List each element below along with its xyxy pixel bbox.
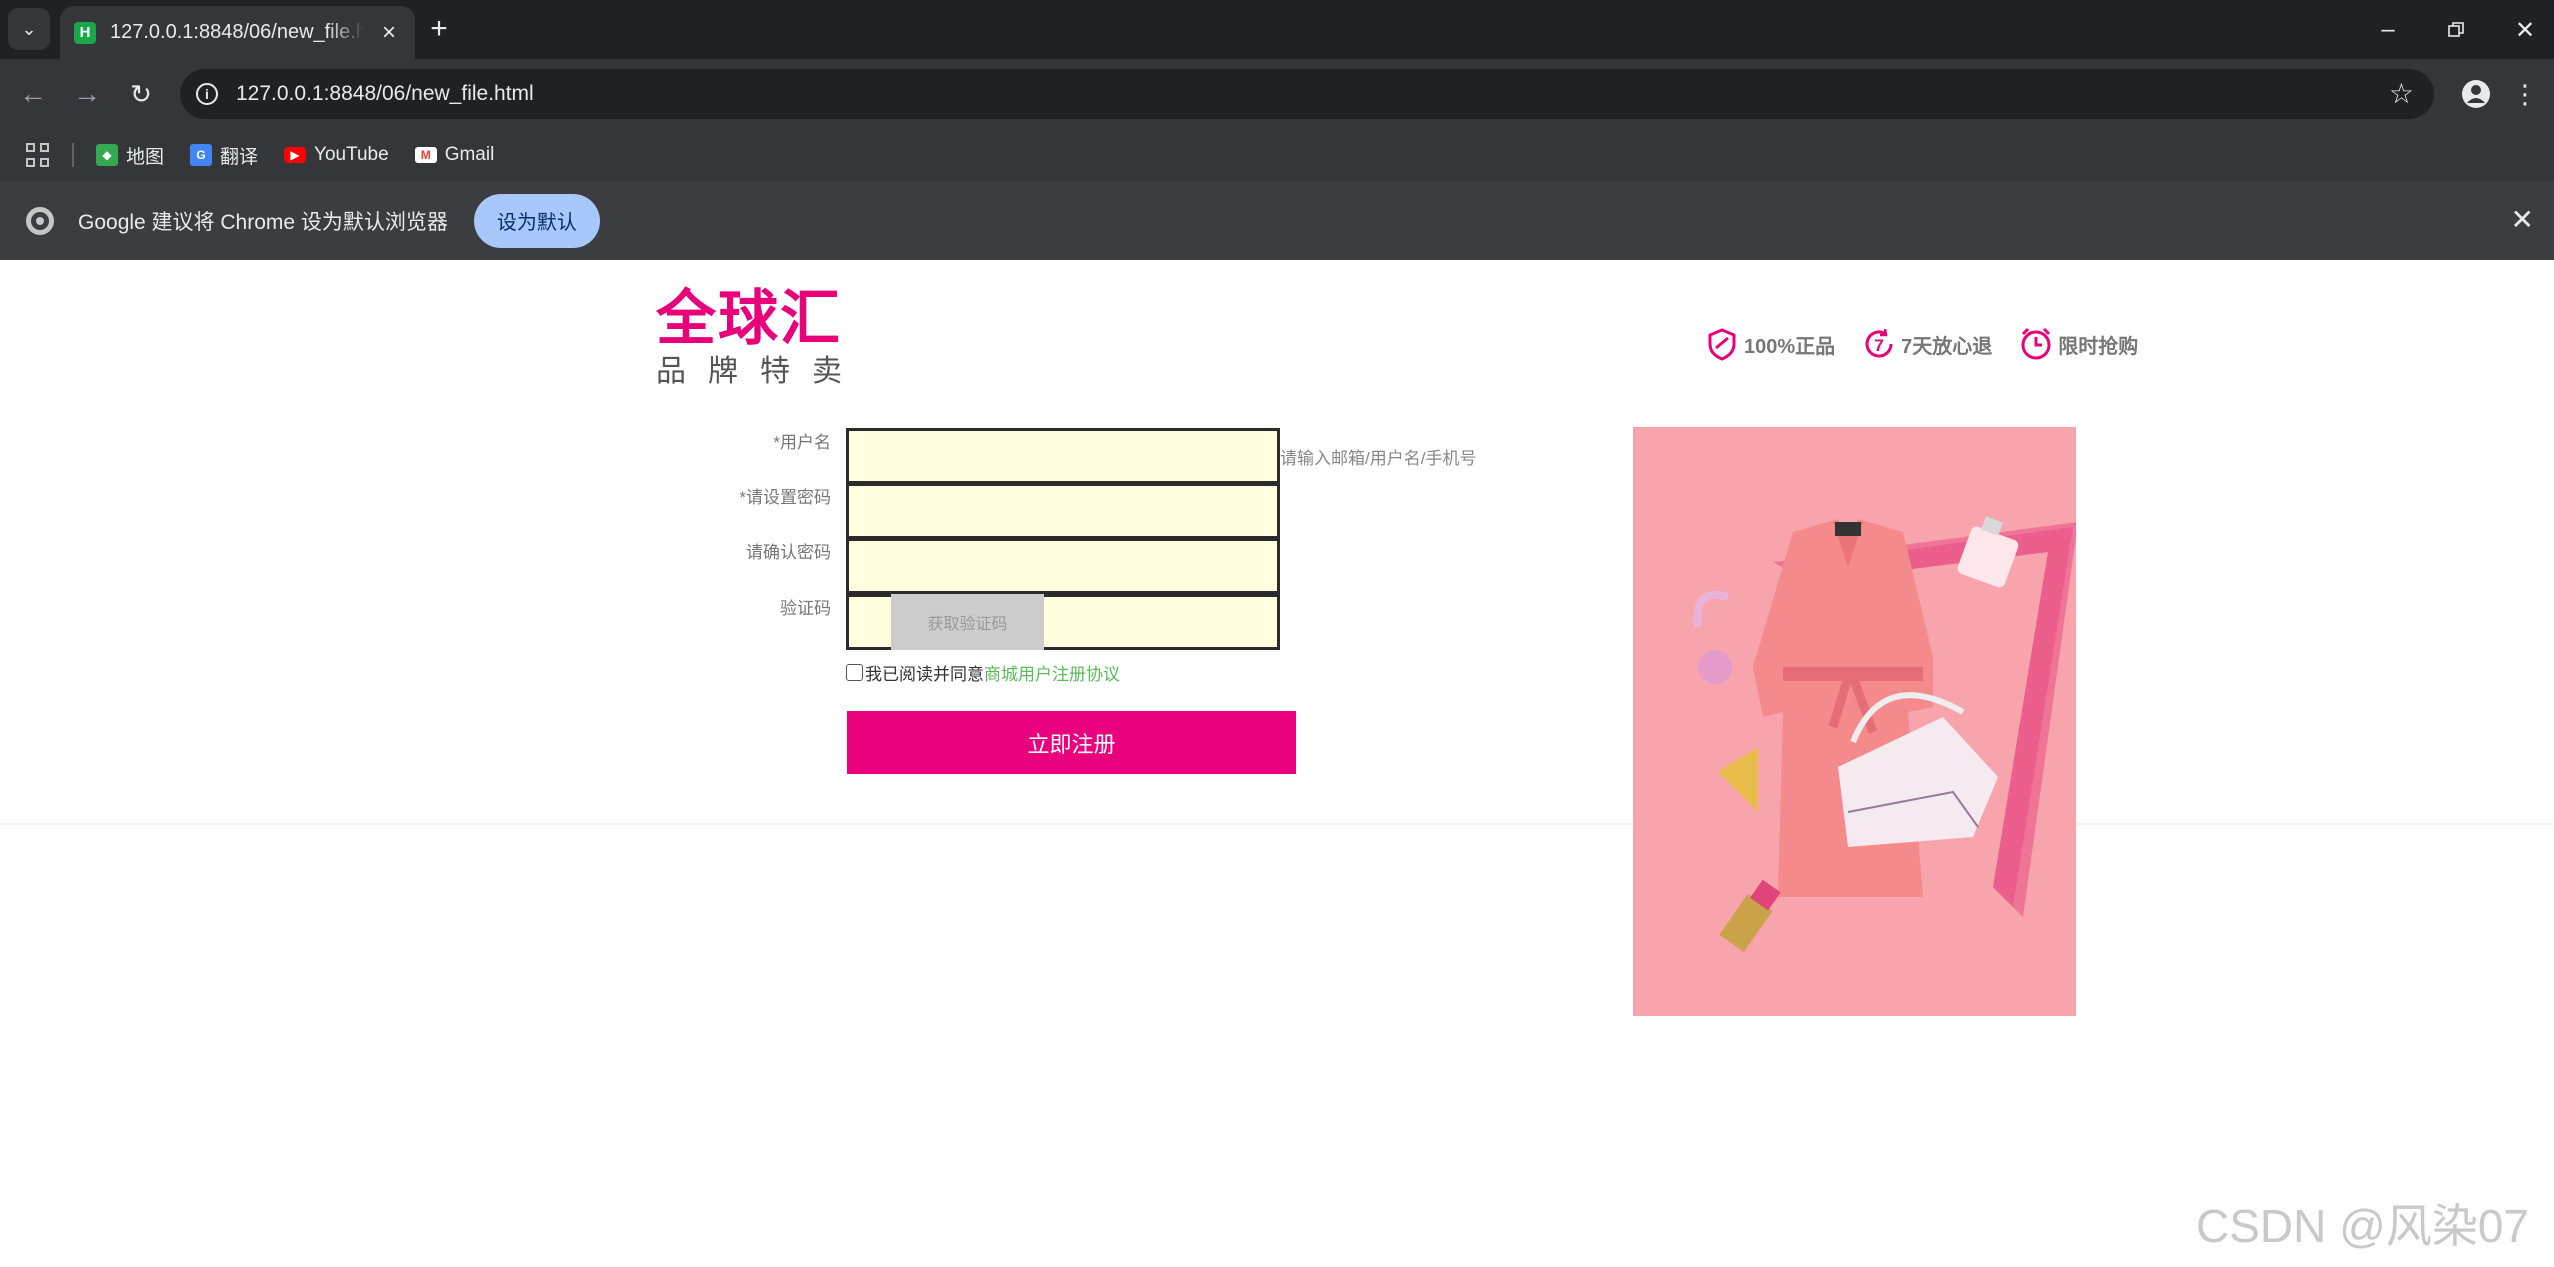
- minimize-button[interactable]: –: [2368, 10, 2408, 50]
- seven-day-return-icon: 7: [1865, 328, 1893, 358]
- close-tab-icon[interactable]: ×: [377, 19, 401, 47]
- logo-main-text: 全球汇: [656, 284, 842, 354]
- agreement-row: 我已阅读并同意 商城用户注册协议: [846, 660, 1120, 685]
- agree-text: 我已阅读并同意: [865, 665, 984, 684]
- bookmark-gmail[interactable]: M Gmail: [414, 144, 495, 166]
- agreement-link[interactable]: 商城用户注册协议: [984, 660, 1120, 685]
- maps-icon: ◆: [96, 144, 118, 166]
- promise-text: 100%正品: [1744, 335, 1836, 358]
- translate-icon: G: [190, 144, 213, 166]
- promise-text: 限时抢购: [2058, 335, 2139, 358]
- username-input[interactable]: [846, 428, 1280, 484]
- close-infobar-icon[interactable]: ✕: [2511, 203, 2534, 236]
- tab-strip: ⌄ H 127.0.0.1:8848/06/new_file.html × + …: [0, 0, 2554, 59]
- csdn-watermark: CSDN @风染07: [2196, 1200, 2529, 1252]
- page-content: 全球汇 品牌特卖 100%正品 7 7天放心退 限时抢购 *用户名 请输入邮箱/…: [0, 260, 2554, 1267]
- bookmark-maps[interactable]: ◆ 地图: [96, 142, 164, 169]
- fashion-banner-image: [1633, 427, 2076, 1016]
- default-browser-infobar: Google 建议将 Chrome 设为默认浏览器 设为默认 ✕: [0, 181, 2554, 260]
- tab-search-button[interactable]: ⌄: [8, 8, 50, 50]
- username-hint: 请输入邮箱/用户名/手机号: [1280, 449, 1477, 468]
- password-label: *请设置密码: [739, 488, 831, 507]
- agree-checkbox[interactable]: [846, 664, 863, 681]
- chrome-icon: [26, 206, 54, 235]
- promise-flash-sale: 限时抢购: [2018, 326, 2138, 362]
- bookmarks-bar: ◆ 地图 G 翻译 ▶ YouTube M Gmail: [0, 129, 2554, 181]
- close-window-button[interactable]: ✕: [2505, 10, 2545, 50]
- register-button[interactable]: 立即注册: [847, 711, 1296, 774]
- confirm-password-label: 请确认密码: [746, 543, 831, 562]
- bookmark-star-icon[interactable]: ☆: [2389, 77, 2414, 110]
- site-logo[interactable]: 全球汇 品牌特卖: [656, 288, 864, 390]
- favicon-icon: H: [74, 21, 96, 44]
- promise-return: 7 7天放心退: [1861, 326, 1992, 362]
- bookmarks-divider: [72, 143, 74, 167]
- tab-title: 127.0.0.1:8848/06/new_file.html: [110, 21, 365, 43]
- shield-icon: [1708, 328, 1736, 361]
- set-default-button[interactable]: 设为默认: [473, 193, 600, 248]
- confirm-password-input[interactable]: [846, 538, 1280, 594]
- username-label: *用户名: [773, 433, 831, 452]
- password-input[interactable]: [846, 483, 1280, 539]
- bookmark-label: YouTube: [314, 144, 389, 165]
- address-bar[interactable]: i 127.0.0.1:8848/06/new_file.html ☆: [180, 69, 2434, 119]
- bookmark-youtube[interactable]: ▶ YouTube: [284, 144, 389, 166]
- infobar-message: Google 建议将 Chrome 设为默认浏览器: [78, 210, 448, 234]
- forward-button[interactable]: →: [68, 75, 106, 113]
- url-text[interactable]: 127.0.0.1:8848/06/new_file.html: [236, 82, 534, 106]
- menu-kebab-icon[interactable]: ⋮: [2510, 74, 2540, 114]
- site-info-icon[interactable]: i: [196, 83, 218, 105]
- youtube-icon: ▶: [284, 147, 307, 163]
- reload-button[interactable]: ↻: [122, 75, 160, 113]
- profile-icon: [2462, 80, 2490, 108]
- page-divider: [0, 823, 2554, 825]
- logo-sub-text: 品牌特卖: [656, 354, 864, 389]
- alarm-clock-icon: [2021, 327, 2051, 360]
- profile-button[interactable]: [2456, 74, 2496, 114]
- apps-grid-icon[interactable]: [26, 143, 50, 167]
- restore-button[interactable]: [2436, 10, 2476, 50]
- bookmark-label: 翻译: [220, 146, 259, 168]
- tab-active[interactable]: H 127.0.0.1:8848/06/new_file.html ×: [60, 6, 415, 59]
- bookmark-label: 地图: [126, 146, 165, 168]
- gmail-icon: M: [414, 147, 437, 163]
- bookmark-label: Gmail: [444, 144, 495, 165]
- get-code-button[interactable]: 获取验证码: [891, 594, 1044, 650]
- promise-text: 7天放心退: [1901, 335, 1993, 358]
- bookmark-translate[interactable]: G 翻译: [190, 142, 258, 169]
- restore-icon: [2448, 22, 2464, 37]
- browser-toolbar: ← → ↻ i 127.0.0.1:8848/06/new_file.html …: [0, 59, 2554, 129]
- chevron-down-icon: ⌄: [21, 18, 37, 39]
- back-button[interactable]: ←: [14, 75, 52, 113]
- service-promises: 100%正品 7 7天放心退 限时抢购: [1704, 326, 2164, 362]
- new-tab-button[interactable]: +: [422, 12, 456, 46]
- promise-genuine: 100%正品: [1704, 326, 1835, 362]
- fashion-illustration: [1633, 427, 2076, 1016]
- code-label: 验证码: [780, 599, 831, 618]
- svg-text:7: 7: [1874, 336, 1883, 355]
